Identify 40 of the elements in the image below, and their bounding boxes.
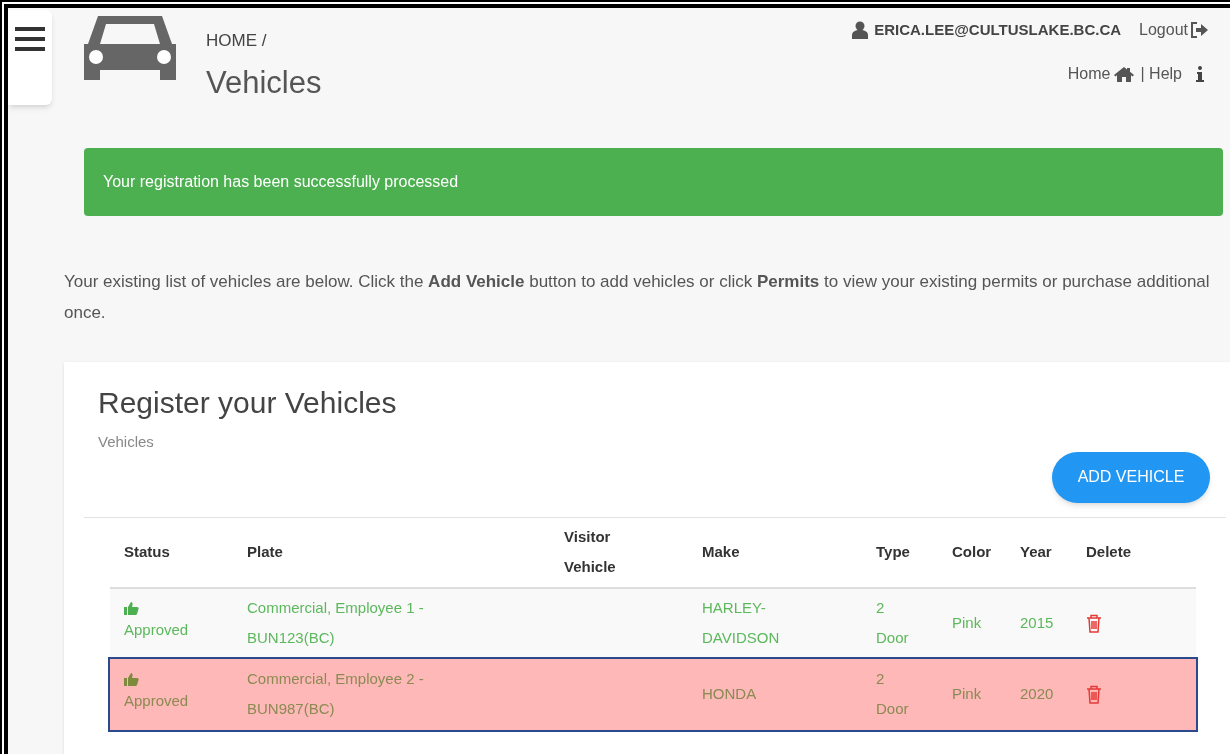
thumbs-up-icon: [124, 672, 139, 687]
column-header: Year: [1020, 543, 1052, 560]
type-cell-text: 2 Door: [876, 598, 910, 649]
column-header: Make: [702, 543, 740, 560]
logout-link[interactable]: Logout: [1139, 18, 1208, 42]
column-header: Status: [124, 543, 170, 560]
column-header: Visitor Vehicle: [564, 527, 617, 577]
column-header: Delete: [1086, 543, 1132, 560]
home-link[interactable]: Home: [1067, 62, 1135, 86]
column-header: Plate: [247, 543, 283, 560]
logout-icon: [1190, 22, 1208, 38]
trash-icon[interactable]: [1086, 613, 1102, 633]
column-header: Color: [952, 543, 992, 560]
plate-cell-text: Commercial, Employee 1 - BUN123(BC): [247, 598, 425, 649]
breadcrumb[interactable]: HOME /: [206, 28, 322, 54]
info-icon: [1196, 66, 1204, 82]
column-header: Type: [876, 543, 910, 560]
home-icon: [1114, 66, 1135, 82]
status-text: Approved: [124, 692, 189, 710]
user-email: ERICA.LEE@CULTUSLAKE.BC.CA: [874, 19, 1122, 40]
color-cell-text: Pink: [952, 684, 982, 705]
make-cell-text: HARLEY-DAVIDSON: [702, 598, 781, 649]
user-icon: [852, 21, 869, 39]
trash-icon[interactable]: [1086, 684, 1102, 704]
color-cell-text: Pink: [952, 613, 982, 634]
status-text: Approved: [124, 621, 189, 639]
page-title: Vehicles: [206, 63, 322, 102]
type-cell-text: 2 Door: [876, 669, 910, 720]
alert-message: Your registration has been successfully processed: [103, 172, 459, 192]
help-link[interactable]: | Help: [1140, 62, 1182, 86]
card-title: Register your Vehicles: [98, 385, 398, 421]
menu-button[interactable]: [8, 10, 52, 105]
year-cell-text: 2015: [1020, 613, 1054, 634]
intro-paragraph: Your existing list of vehicles are below. Click the Add Vehicle button to add vehicles or click Permits to view your existing permits or purchase additional once.: [64, 271, 1211, 324]
plate-cell-text: Commercial, Employee 2 - BUN987(BC): [247, 669, 425, 720]
thumbs-up-icon: [124, 601, 139, 616]
make-cell-text: HONDA: [702, 684, 758, 705]
card-subtitle: Vehicles: [98, 432, 155, 452]
year-cell-text: 2020: [1020, 684, 1054, 705]
menu-icon: [15, 26, 45, 52]
